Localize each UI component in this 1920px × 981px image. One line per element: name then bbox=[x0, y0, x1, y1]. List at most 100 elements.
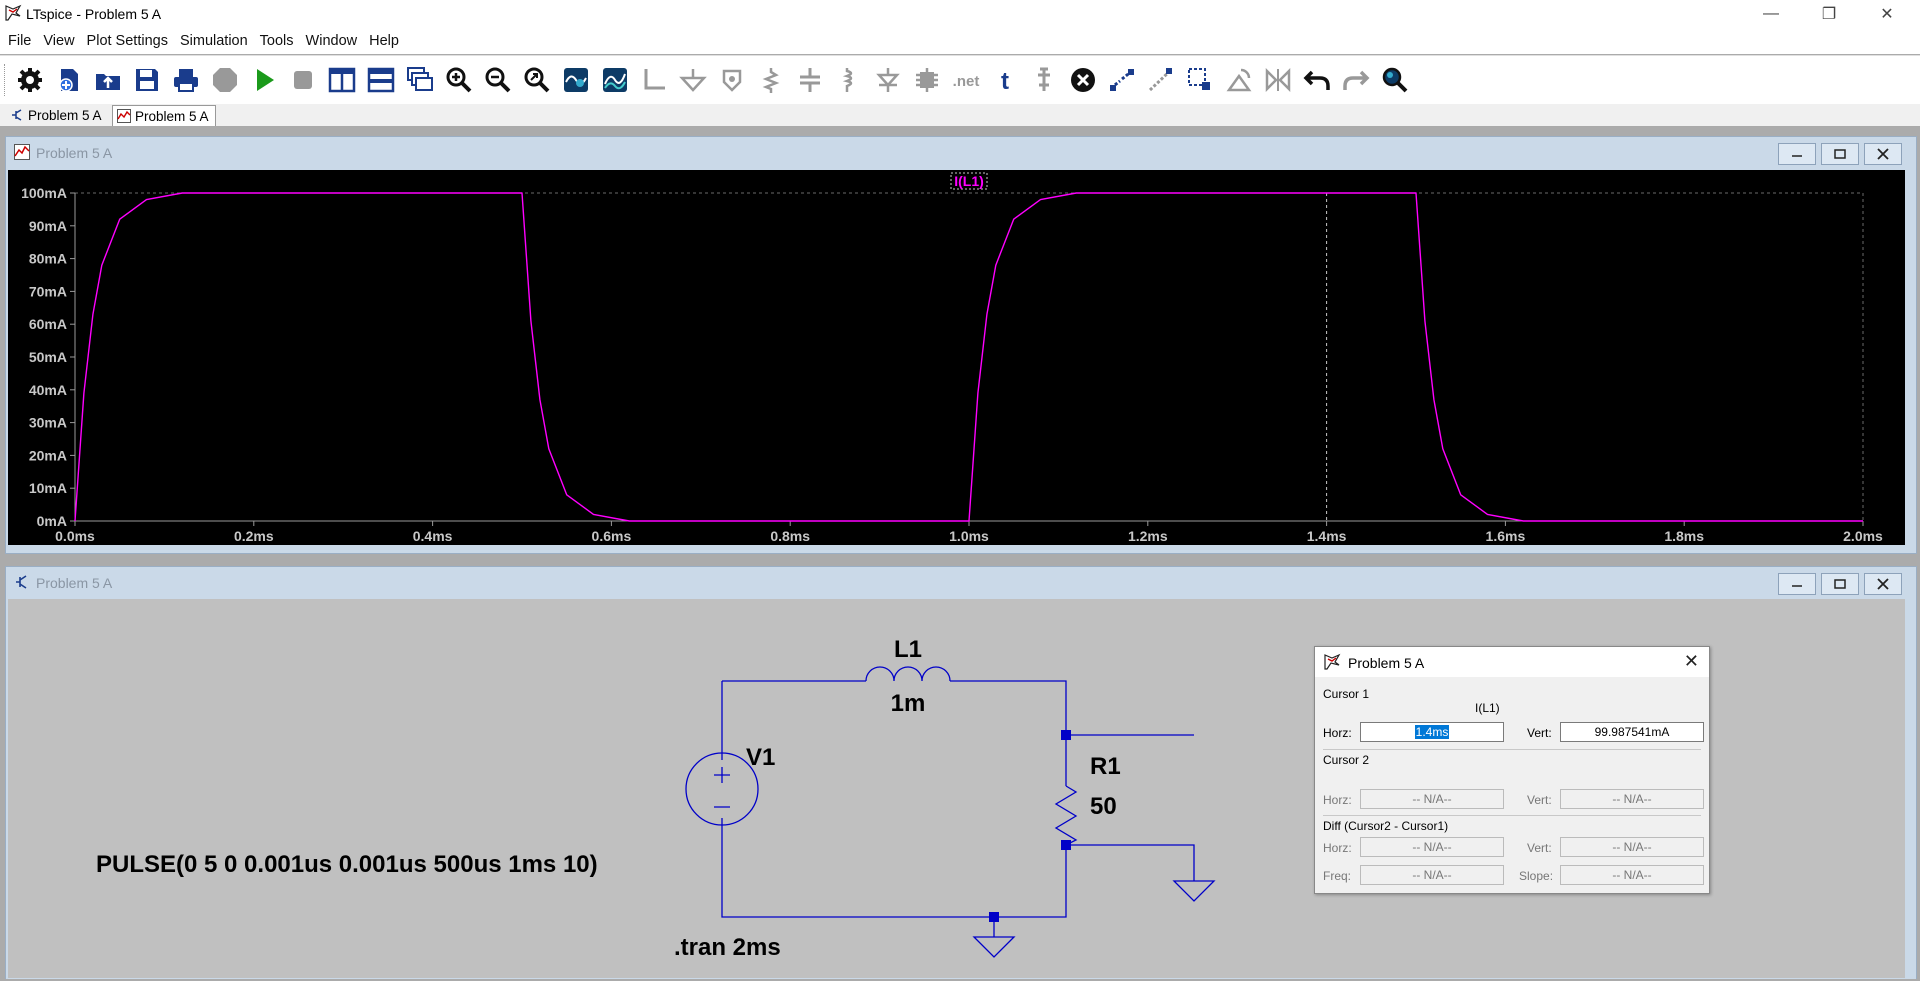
zoom-in-icon[interactable] bbox=[443, 64, 475, 96]
stretch-icon[interactable] bbox=[1184, 64, 1216, 96]
rotate-icon[interactable] bbox=[1223, 64, 1255, 96]
inductor-value[interactable]: 1m bbox=[891, 690, 926, 717]
vert-label: Vert: bbox=[1527, 726, 1552, 740]
minimize-button[interactable] bbox=[1778, 143, 1816, 165]
x-tick-label: 1.8ms bbox=[1664, 528, 1704, 544]
zoom-out-icon[interactable] bbox=[482, 64, 514, 96]
move-icon[interactable] bbox=[1028, 64, 1060, 96]
plot-canvas[interactable]: 0mA 10mA 20mA 30mA 40mA 50mA 60mA 70mA 80mA 90mA 1… bbox=[8, 170, 1905, 545]
label-net-icon[interactable] bbox=[716, 64, 748, 96]
diff-horz-field: -- N/A-- bbox=[1360, 837, 1504, 857]
inductor-icon[interactable] bbox=[833, 64, 865, 96]
close-icon[interactable]: ✕ bbox=[1684, 651, 1699, 672]
inductor-name[interactable]: L1 bbox=[894, 636, 922, 663]
halt-icon[interactable] bbox=[209, 64, 241, 96]
close-button[interactable]: ✕ bbox=[1864, 0, 1910, 28]
x-tick-label: 1.2ms bbox=[1128, 528, 1168, 544]
y-tick-label: 80mA bbox=[29, 251, 67, 267]
x-tick-label: 1.6ms bbox=[1486, 528, 1526, 544]
mirror-icon[interactable] bbox=[1262, 64, 1294, 96]
y-tick-label: 10mA bbox=[29, 480, 67, 496]
diode-icon[interactable] bbox=[872, 64, 904, 96]
ground-symbol[interactable] bbox=[1172, 880, 1216, 902]
trace-i-l1[interactable] bbox=[74, 192, 1863, 522]
tile-horizontal-icon[interactable] bbox=[365, 64, 397, 96]
x-tick-label: 0.2ms bbox=[234, 528, 274, 544]
cascade-icon[interactable] bbox=[404, 64, 436, 96]
waveform-icon[interactable] bbox=[599, 64, 631, 96]
zoom-fit-icon[interactable] bbox=[521, 64, 553, 96]
save-icon[interactable] bbox=[131, 64, 163, 96]
close-button[interactable] bbox=[1864, 143, 1902, 165]
redo-icon[interactable] bbox=[1340, 64, 1372, 96]
ltspice-logo-icon bbox=[5, 4, 22, 21]
ltspice-logo-icon bbox=[1324, 653, 1341, 670]
cursor-dialog-titlebar: Problem 5 A ✕ bbox=[1315, 647, 1709, 677]
source-name[interactable]: V1 bbox=[746, 744, 775, 771]
menu-window[interactable]: Window bbox=[300, 33, 364, 49]
waveform-plot[interactable]: 0mA 10mA 20mA 30mA 40mA 50mA 60mA 70mA 80mA 90mA 1… bbox=[8, 170, 1905, 545]
open-folder-icon[interactable] bbox=[92, 64, 124, 96]
menu-help[interactable]: Help bbox=[363, 33, 405, 49]
close-button[interactable] bbox=[1864, 573, 1902, 595]
wire[interactable] bbox=[1066, 844, 1195, 881]
menu-view[interactable]: View bbox=[37, 33, 80, 49]
waveform-icon bbox=[14, 144, 30, 160]
new-schematic-icon[interactable] bbox=[53, 64, 85, 96]
svg-text:.net: .net bbox=[953, 73, 980, 90]
run-icon[interactable] bbox=[248, 64, 280, 96]
undo-icon[interactable] bbox=[1301, 64, 1333, 96]
maximize-button[interactable] bbox=[1821, 573, 1859, 595]
cursor1-horz-field[interactable]: 1.4ms bbox=[1360, 722, 1504, 742]
menu-file[interactable]: File bbox=[0, 33, 37, 49]
tab-schematic[interactable]: Problem 5 A bbox=[6, 105, 108, 125]
trace-name: I(L1) bbox=[1475, 701, 1500, 715]
tab-waveform[interactable]: Problem 5 A bbox=[112, 105, 216, 126]
minimize-button[interactable] bbox=[1778, 573, 1816, 595]
minimize-button[interactable]: — bbox=[1748, 0, 1794, 28]
y-tick-label: 50mA bbox=[29, 349, 67, 365]
toolbar-grip[interactable] bbox=[4, 64, 8, 96]
trace-label[interactable]: I(L1) bbox=[954, 173, 984, 189]
wire[interactable] bbox=[722, 680, 1194, 736]
freq-field: -- N/A-- bbox=[1360, 865, 1504, 885]
spice-directive-icon[interactable]: .net bbox=[950, 64, 982, 96]
window-titlebar: LTspice - Problem 5 A — ❐ ✕ bbox=[0, 0, 1920, 28]
tile-vertical-icon[interactable] bbox=[326, 64, 358, 96]
print-icon[interactable] bbox=[170, 64, 202, 96]
slope-field: -- N/A-- bbox=[1560, 865, 1704, 885]
maximize-button[interactable] bbox=[1821, 143, 1859, 165]
menu-plot-settings[interactable]: Plot Settings bbox=[81, 33, 174, 49]
resistor-symbol[interactable] bbox=[1054, 785, 1078, 846]
delete-icon[interactable] bbox=[1067, 64, 1099, 96]
wire-icon[interactable] bbox=[638, 64, 670, 96]
x-tick-label: 0.0ms bbox=[55, 528, 95, 544]
text-icon[interactable]: t bbox=[989, 64, 1021, 96]
menu-tools[interactable]: Tools bbox=[254, 33, 300, 49]
x-tick-label: 1.0ms bbox=[949, 528, 989, 544]
resistor-icon[interactable] bbox=[755, 64, 787, 96]
restore-button[interactable]: ❐ bbox=[1806, 0, 1852, 28]
cursor1-vert-field[interactable]: 99.987541mA bbox=[1560, 722, 1704, 742]
settings-gear-icon[interactable] bbox=[14, 64, 46, 96]
diff-label: Diff (Cursor2 - Cursor1) bbox=[1323, 819, 1449, 833]
resistor-value[interactable]: 50 bbox=[1090, 793, 1117, 820]
stop-icon[interactable] bbox=[287, 64, 319, 96]
resistor-name[interactable]: R1 bbox=[1090, 753, 1121, 780]
find-icon[interactable] bbox=[1379, 64, 1411, 96]
window-title: LTspice - Problem 5 A bbox=[26, 6, 162, 22]
component-icon[interactable] bbox=[911, 64, 943, 96]
cursor1-label: Cursor 1 bbox=[1323, 687, 1370, 701]
y-tick-label: 70mA bbox=[29, 283, 67, 299]
autorange-icon[interactable] bbox=[560, 64, 592, 96]
duplicate-icon[interactable] bbox=[1106, 64, 1138, 96]
x-tick-label: 1.4ms bbox=[1307, 528, 1347, 544]
spice-directive[interactable]: .tran 2ms bbox=[674, 934, 781, 961]
drag-icon[interactable] bbox=[1145, 64, 1177, 96]
capacitor-icon[interactable] bbox=[794, 64, 826, 96]
source-value[interactable]: PULSE(0 5 0 0.001us 0.001us 500us 1ms 10… bbox=[96, 851, 598, 878]
inductor-symbol[interactable] bbox=[865, 666, 951, 682]
menu-simulation[interactable]: Simulation bbox=[174, 33, 254, 49]
ground-icon[interactable] bbox=[677, 64, 709, 96]
ground-symbol[interactable] bbox=[972, 936, 1016, 958]
